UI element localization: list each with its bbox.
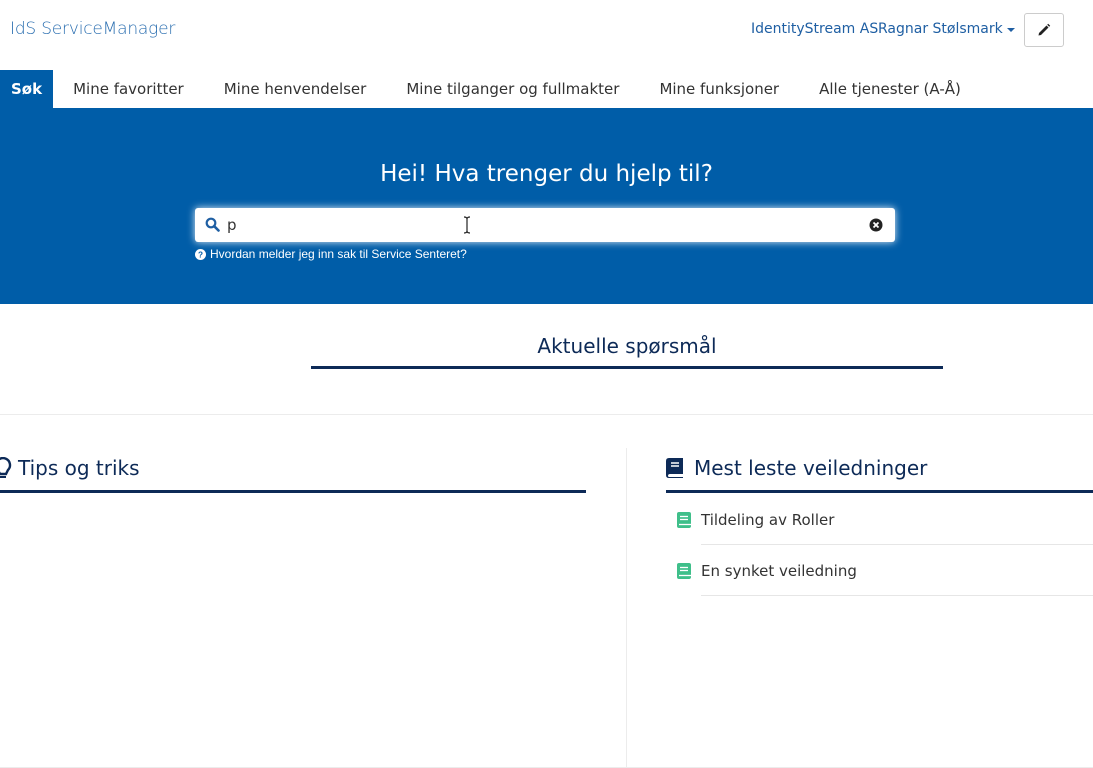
tab-search[interactable]: Søk <box>0 70 54 108</box>
book-icon <box>677 511 691 528</box>
tab-functions[interactable]: Mine funksjoner <box>639 70 799 108</box>
book-icon <box>666 458 683 478</box>
guides-header: Mest leste veiledninger <box>666 456 927 480</box>
pencil-icon <box>1038 23 1051 36</box>
current-questions-underline <box>311 366 943 369</box>
search-box <box>195 208 895 242</box>
tips-header: Tips og triks <box>0 456 140 480</box>
tab-favorites[interactable]: Mine favoritter <box>53 70 204 108</box>
guides-underline <box>666 490 1093 493</box>
top-header: IdS ServiceManager IdentityStream AS Rag… <box>0 0 1093 62</box>
caret-down-icon <box>1006 28 1015 32</box>
book-icon <box>677 562 691 579</box>
user-name: Ragnar Stølsmark <box>878 21 1003 37</box>
help-link-label: Hvordan melder jeg inn sak til Service S… <box>210 247 467 261</box>
search-icon <box>205 217 220 232</box>
search-input[interactable] <box>227 208 847 242</box>
tab-access[interactable]: Mine tilganger og fullmakter <box>386 70 639 108</box>
clear-icon[interactable] <box>869 218 883 232</box>
guide-item[interactable]: En synket veiledning <box>676 545 1093 596</box>
main-tabs: Søk Mine favoritter Mine henvendelser Mi… <box>0 70 981 108</box>
tab-all-services[interactable]: Alle tjenester (A-Å) <box>799 70 981 108</box>
user-menu[interactable]: Ragnar Stølsmark <box>878 21 1015 37</box>
hero-banner: Hei! Hva trenger du hjelp til? ? Hvordan… <box>0 108 1093 304</box>
guide-item-label: En synket veiledning <box>701 561 857 580</box>
help-link[interactable]: ? Hvordan melder jeg inn sak til Service… <box>195 247 467 261</box>
guide-item-separator <box>701 595 1093 596</box>
guide-item[interactable]: Tildeling av Roller <box>676 494 1093 545</box>
text-cursor-icon <box>463 216 471 234</box>
tips-underline <box>0 490 586 493</box>
guides-title: Mest leste veiledninger <box>694 456 928 480</box>
lightbulb-icon <box>0 457 12 478</box>
guide-list: Tildeling av Roller En synket veiledning <box>676 494 1093 596</box>
tab-requests[interactable]: Mine henvendelser <box>204 70 387 108</box>
section-divider <box>0 414 1093 415</box>
current-questions-title: Aktuelle spørsmål <box>537 334 717 358</box>
app-brand[interactable]: IdS ServiceManager <box>10 19 175 39</box>
edit-button[interactable] <box>1024 13 1064 47</box>
question-circle-icon: ? <box>195 248 206 260</box>
organization-link[interactable]: IdentityStream AS <box>751 21 878 37</box>
guide-item-label: Tildeling av Roller <box>701 510 835 529</box>
column-divider <box>626 448 627 768</box>
hero-title: Hei! Hva trenger du hjelp til? <box>380 161 713 187</box>
svg-text:?: ? <box>198 250 203 259</box>
tips-title: Tips og triks <box>18 456 140 480</box>
